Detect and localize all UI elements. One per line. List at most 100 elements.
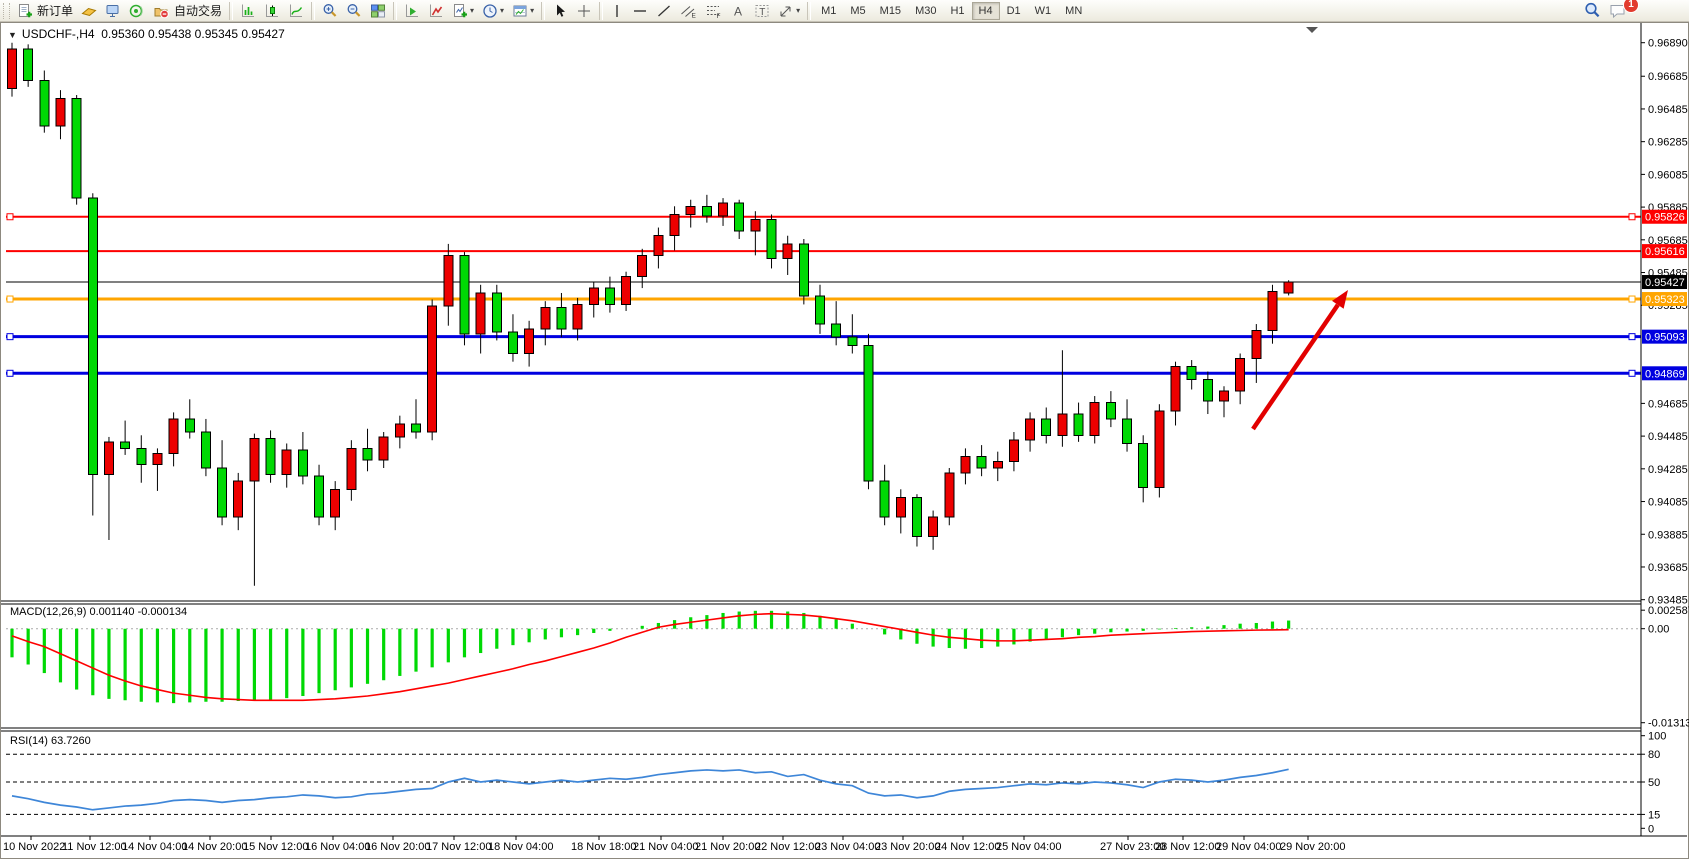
cursor-button[interactable]: [548, 1, 572, 21]
timeframe-m1-button[interactable]: M1: [814, 2, 843, 20]
objects-list-button[interactable]: [424, 1, 448, 21]
text-label-button[interactable]: T: [750, 1, 774, 21]
chevron-down-icon: ▾: [530, 6, 534, 15]
collapse-triangle-icon[interactable]: ▼: [8, 30, 17, 40]
crosshair-button[interactable]: [572, 1, 596, 21]
new-order-button[interactable]: 新订单: [13, 1, 77, 21]
periods-menu-button[interactable]: ▾: [478, 1, 508, 21]
signals-button[interactable]: [125, 1, 149, 21]
line-handle[interactable]: [7, 214, 13, 220]
candle: [331, 489, 340, 517]
text-button[interactable]: A: [726, 1, 750, 21]
crosshair-icon: [576, 3, 592, 19]
channel-icon: E: [680, 3, 697, 19]
zoom-out-button[interactable]: [342, 1, 366, 21]
trendline-button[interactable]: [652, 1, 676, 21]
price-line-label: 0.95323: [1645, 294, 1685, 306]
bar-chart-button[interactable]: [236, 1, 260, 21]
zoom-in-button[interactable]: [318, 1, 342, 21]
rsi-axis-label: 15: [1648, 809, 1660, 821]
line-handle[interactable]: [1629, 370, 1635, 376]
price-tick-label: 0.96890: [1648, 38, 1688, 50]
candle: [137, 448, 146, 464]
time-axis-label: 14 Nov 04:00: [122, 841, 187, 853]
price-tick-label: 0.96285: [1648, 137, 1688, 149]
candle: [1123, 419, 1132, 444]
horizontal-line-button[interactable]: [628, 1, 652, 21]
timeframe-h4-button[interactable]: H4: [972, 2, 1000, 20]
timeframe-mn-button[interactable]: MN: [1058, 2, 1089, 20]
zoom-in-icon: [322, 3, 338, 19]
line-handle[interactable]: [7, 296, 13, 302]
notification-badge[interactable]: 1: [1623, 0, 1639, 13]
candle: [315, 476, 324, 517]
chart-canvas[interactable]: 0.968900.966850.964850.962850.960850.958…: [0, 0, 1689, 859]
candle: [541, 308, 550, 329]
timeframe-w1-button[interactable]: W1: [1028, 2, 1059, 20]
arrows-button[interactable]: ▾: [774, 1, 804, 21]
fibonacci-icon: F: [705, 3, 722, 19]
channel-button[interactable]: E: [676, 1, 701, 21]
line-handle[interactable]: [7, 334, 13, 340]
timeframe-d1-button[interactable]: D1: [1000, 2, 1028, 20]
tile-windows-button[interactable]: [366, 1, 390, 21]
line-chart-button[interactable]: [284, 1, 308, 21]
candle: [557, 308, 566, 329]
candle: [1220, 391, 1229, 401]
candle: [589, 288, 598, 304]
candle: [412, 424, 421, 432]
price-tick-label: 0.93885: [1648, 529, 1688, 541]
timeframe-m15-button[interactable]: M15: [873, 2, 908, 20]
time-axis-label: 10 Nov 2022: [3, 841, 65, 853]
macd-axis-label: -0.013133: [1648, 718, 1689, 730]
candle: [799, 244, 808, 296]
price-line-label: 0.95826: [1645, 212, 1685, 224]
market-watch-button[interactable]: [77, 1, 101, 21]
template-window-icon: [512, 3, 528, 19]
candle: [1106, 403, 1115, 419]
chart-shift-marker-icon[interactable]: [1306, 27, 1318, 33]
candle: [56, 98, 65, 126]
time-axis-label: 23 Nov 20:00: [875, 841, 940, 853]
candle: [1026, 419, 1035, 440]
candle: [298, 450, 307, 476]
vertical-line-button[interactable]: [606, 1, 628, 21]
new-chart-button[interactable]: ▾: [448, 1, 478, 21]
toolbar-grip[interactable]: [3, 3, 10, 19]
rsi-indicator-label: RSI(14) 63.7260: [10, 735, 91, 747]
auto-trading-button[interactable]: 自动交易: [149, 1, 226, 21]
line-handle[interactable]: [1629, 296, 1635, 302]
main-toolbar: 新订单 自动交易: [0, 0, 1689, 22]
price-line-label: 0.95616: [1645, 246, 1685, 258]
candle: [185, 419, 194, 432]
time-axis-label: 29 Nov 20:00: [1280, 841, 1345, 853]
templates-button[interactable]: ▾: [508, 1, 538, 21]
candle: [1203, 380, 1212, 401]
clock-icon: [482, 3, 498, 19]
candle: [735, 203, 744, 231]
price-line-label: 0.95093: [1645, 332, 1685, 344]
timeframe-m5-button[interactable]: M5: [843, 2, 872, 20]
candlestick-chart-button[interactable]: [260, 1, 284, 21]
indicators-button[interactable]: [400, 1, 424, 21]
indicator-play-icon: [404, 3, 420, 19]
horizontal-line-icon: [632, 3, 648, 19]
candle: [460, 255, 469, 334]
candle: [751, 219, 760, 230]
candle: [1042, 419, 1051, 435]
candle: [864, 345, 873, 481]
timeframe-h1-button[interactable]: H1: [943, 2, 971, 20]
line-handle[interactable]: [7, 370, 13, 376]
trend-arrow[interactable]: [1253, 305, 1338, 429]
toolbar-separator: [541, 2, 545, 20]
chart-title-text: USDCHF-,H4 0.95360 0.95438 0.95345 0.954…: [22, 27, 285, 41]
terminal-button[interactable]: [101, 1, 125, 21]
timeframe-m30-button[interactable]: M30: [908, 2, 943, 20]
fibonacci-button[interactable]: F: [701, 1, 726, 21]
candle: [961, 457, 970, 473]
trendline-icon: [656, 3, 672, 19]
line-handle[interactable]: [1629, 334, 1635, 340]
macd-axis-label: 0.002587: [1648, 605, 1689, 617]
line-handle[interactable]: [1629, 214, 1635, 220]
search-button[interactable]: [1580, 1, 1605, 21]
